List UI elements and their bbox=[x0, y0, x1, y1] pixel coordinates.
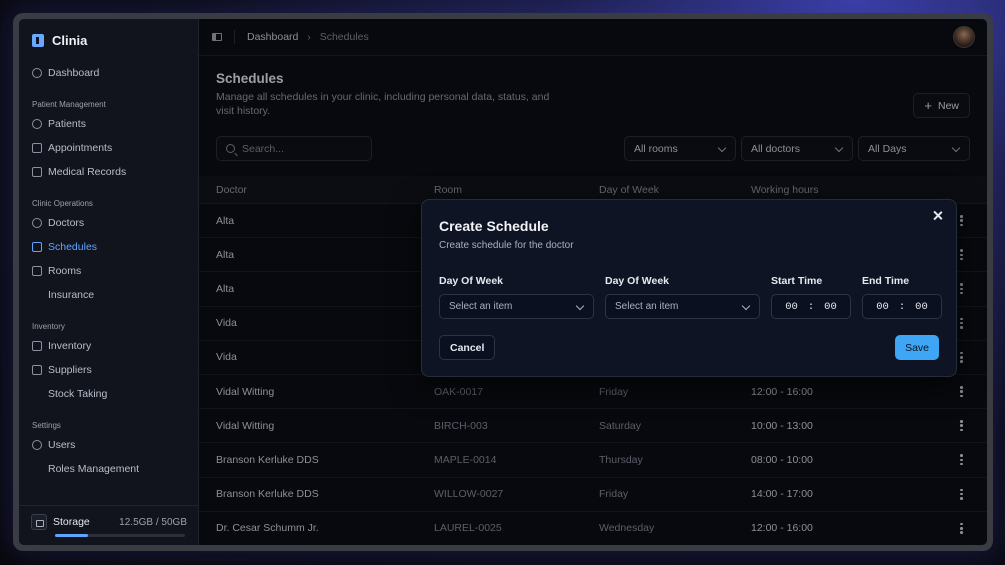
sidebar-item-stock-taking[interactable]: Stock Taking bbox=[19, 382, 198, 406]
group-label-settings: Settings bbox=[32, 421, 61, 430]
stethoscope-icon bbox=[32, 218, 42, 228]
truck-icon bbox=[32, 365, 42, 375]
day-of-week-select-2[interactable]: Select an item bbox=[605, 294, 760, 319]
sidebar: Clinia Dashboard Patient Management Pati… bbox=[19, 19, 199, 545]
sidebar-item-label: Doctors bbox=[48, 217, 85, 229]
dashboard-icon bbox=[32, 68, 42, 78]
sidebar-item-label: Patients bbox=[48, 118, 86, 130]
select-placeholder: Select an item bbox=[615, 301, 679, 312]
chevron-down-icon bbox=[575, 301, 585, 311]
sidebar-item-label: Rooms bbox=[48, 265, 82, 277]
app-window: Clinia Dashboard Patient Management Pati… bbox=[19, 19, 987, 545]
window-frame: Clinia Dashboard Patient Management Pati… bbox=[13, 13, 993, 551]
storage-progress-fill bbox=[55, 534, 88, 537]
sidebar-item-suppliers[interactable]: Suppliers bbox=[19, 358, 198, 382]
brand[interactable]: Clinia bbox=[19, 29, 198, 61]
storage-value: 12.5GB / 50GB bbox=[119, 516, 187, 528]
group-label-clinic-operations: Clinic Operations bbox=[32, 199, 93, 208]
sidebar-item-roles-management[interactable]: Roles Management bbox=[19, 457, 198, 481]
day-of-week-field-2: Day Of Week Select an item bbox=[605, 275, 760, 319]
day-of-week-select-1[interactable]: Select an item bbox=[439, 294, 594, 319]
sidebar-item-schedules[interactable]: Schedules bbox=[19, 235, 198, 259]
main-content: Dashboard › Schedules Schedules Manage a… bbox=[199, 19, 987, 545]
sidebar-item-label: Medical Records bbox=[48, 166, 127, 178]
box-icon bbox=[32, 341, 42, 351]
storage-label: Storage bbox=[53, 516, 90, 528]
sidebar-item-medical-records[interactable]: Medical Records bbox=[19, 160, 198, 184]
users-icon bbox=[32, 119, 42, 129]
start-minute[interactable]: 00 bbox=[824, 301, 837, 313]
user-settings-icon bbox=[32, 440, 42, 450]
dialog-subtitle: Create schedule for the doctor bbox=[439, 240, 574, 251]
sidebar-item-label: Appointments bbox=[48, 142, 113, 154]
sidebar-item-label: Dashboard bbox=[48, 67, 100, 79]
field-label: Start Time bbox=[771, 275, 823, 287]
sidebar-item-label: Suppliers bbox=[48, 364, 92, 376]
dialog-title: Create Schedule bbox=[439, 218, 549, 234]
bed-icon bbox=[32, 266, 42, 276]
end-time-input[interactable]: 00 : 00 bbox=[862, 294, 942, 319]
group-label-patient-management: Patient Management bbox=[32, 100, 106, 109]
sidebar-item-appointments[interactable]: Appointments bbox=[19, 136, 198, 160]
field-label: Day Of Week bbox=[605, 275, 669, 287]
field-label: End Time bbox=[862, 275, 910, 287]
app-name: Clinia bbox=[52, 32, 88, 48]
time-separator: : bbox=[807, 300, 815, 313]
schedule-icon bbox=[32, 242, 42, 252]
sidebar-item-patients[interactable]: Patients bbox=[19, 112, 198, 136]
day-of-week-field-1: Day Of Week Select an item bbox=[439, 275, 594, 319]
save-button[interactable]: Save bbox=[895, 335, 939, 360]
sidebar-item-inventory[interactable]: Inventory bbox=[19, 334, 198, 358]
select-placeholder: Select an item bbox=[449, 301, 513, 312]
sidebar-item-label: Users bbox=[48, 439, 76, 451]
sidebar-item-dashboard[interactable]: Dashboard bbox=[19, 61, 198, 85]
storage-progress-bar bbox=[55, 534, 185, 537]
create-schedule-dialog: Create Schedule Create schedule for the … bbox=[421, 199, 957, 377]
start-hour[interactable]: 00 bbox=[785, 301, 798, 313]
start-time-input[interactable]: 00 : 00 bbox=[771, 294, 851, 319]
sidebar-item-label: Stock Taking bbox=[48, 388, 108, 400]
calendar-icon bbox=[32, 143, 42, 153]
sidebar-item-rooms[interactable]: Rooms bbox=[19, 259, 198, 283]
hard-drive-icon bbox=[31, 514, 47, 530]
time-separator: : bbox=[898, 300, 906, 313]
sidebar-item-doctors[interactable]: Doctors bbox=[19, 211, 198, 235]
file-icon bbox=[32, 167, 42, 177]
chevron-down-icon bbox=[741, 301, 751, 311]
group-label-inventory: Inventory bbox=[32, 322, 65, 331]
end-hour[interactable]: 00 bbox=[876, 301, 889, 313]
field-label: Day Of Week bbox=[439, 275, 503, 287]
sidebar-item-insurance[interactable]: Insurance bbox=[19, 283, 198, 307]
cancel-button[interactable]: Cancel bbox=[439, 335, 496, 360]
sidebar-item-label: Schedules bbox=[48, 241, 98, 253]
sidebar-item-label: Insurance bbox=[48, 289, 95, 301]
end-time-field: End Time 00 : 00 bbox=[862, 275, 942, 319]
close-icon[interactable] bbox=[932, 210, 944, 222]
start-time-field: Start Time 00 : 00 bbox=[771, 275, 851, 319]
clinia-logo-icon bbox=[32, 33, 44, 47]
sidebar-item-label: Inventory bbox=[48, 340, 92, 352]
sidebar-item-label: Roles Management bbox=[48, 463, 140, 475]
storage-widget: Storage 12.5GB / 50GB bbox=[19, 505, 199, 545]
end-minute[interactable]: 00 bbox=[915, 301, 928, 313]
sidebar-item-users[interactable]: Users bbox=[19, 433, 198, 457]
